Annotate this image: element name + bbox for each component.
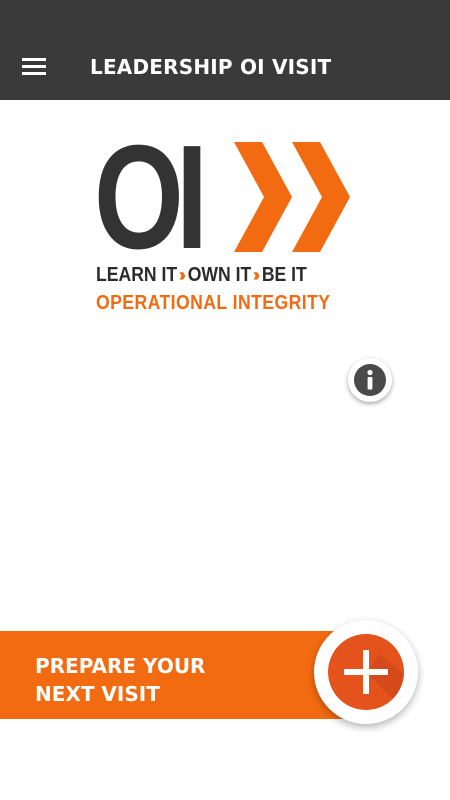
- info-button[interactable]: [348, 358, 392, 402]
- page-title: LEADERSHIP OI VISIT: [90, 55, 332, 79]
- screen: LEADERSHIP OI VISIT OI LEARN IT ›› OWN I…: [0, 0, 450, 800]
- tagline-be-it: BE IT: [261, 264, 307, 286]
- logo-tagline: LEARN IT ›› OWN IT ›› BE IT: [96, 262, 307, 288]
- app-bar: LEADERSHIP OI VISIT: [0, 0, 450, 100]
- hamburger-menu-icon: [22, 58, 46, 75]
- plus-icon: [344, 650, 404, 710]
- add-visit-button-fill: [328, 634, 404, 710]
- logo-subtitle: OPERATIONAL INTEGRITY: [96, 292, 331, 314]
- oi-logo: OI LEARN IT ›› OWN IT ›› BE IT OPERATION…: [94, 124, 356, 320]
- prepare-visit-line1: PREPARE YOUR: [35, 654, 206, 678]
- oi-logo-letters: OI: [94, 115, 208, 280]
- tagline-learn-it: LEARN IT: [96, 264, 178, 286]
- prepare-visit-label[interactable]: PREPARE YOUR NEXT VISIT: [35, 652, 235, 708]
- prepare-visit-line2: NEXT VISIT: [35, 682, 160, 706]
- tagline-chevron-icon: ››: [178, 265, 186, 285]
- menu-button[interactable]: [14, 46, 54, 86]
- double-chevron-icon: [234, 142, 350, 252]
- add-visit-button[interactable]: [314, 620, 418, 724]
- tagline-own-it: OWN IT: [187, 264, 252, 286]
- oi-logo-mark: OI: [94, 124, 356, 272]
- tagline-chevron-icon: ››: [253, 265, 260, 285]
- info-icon: [354, 364, 386, 396]
